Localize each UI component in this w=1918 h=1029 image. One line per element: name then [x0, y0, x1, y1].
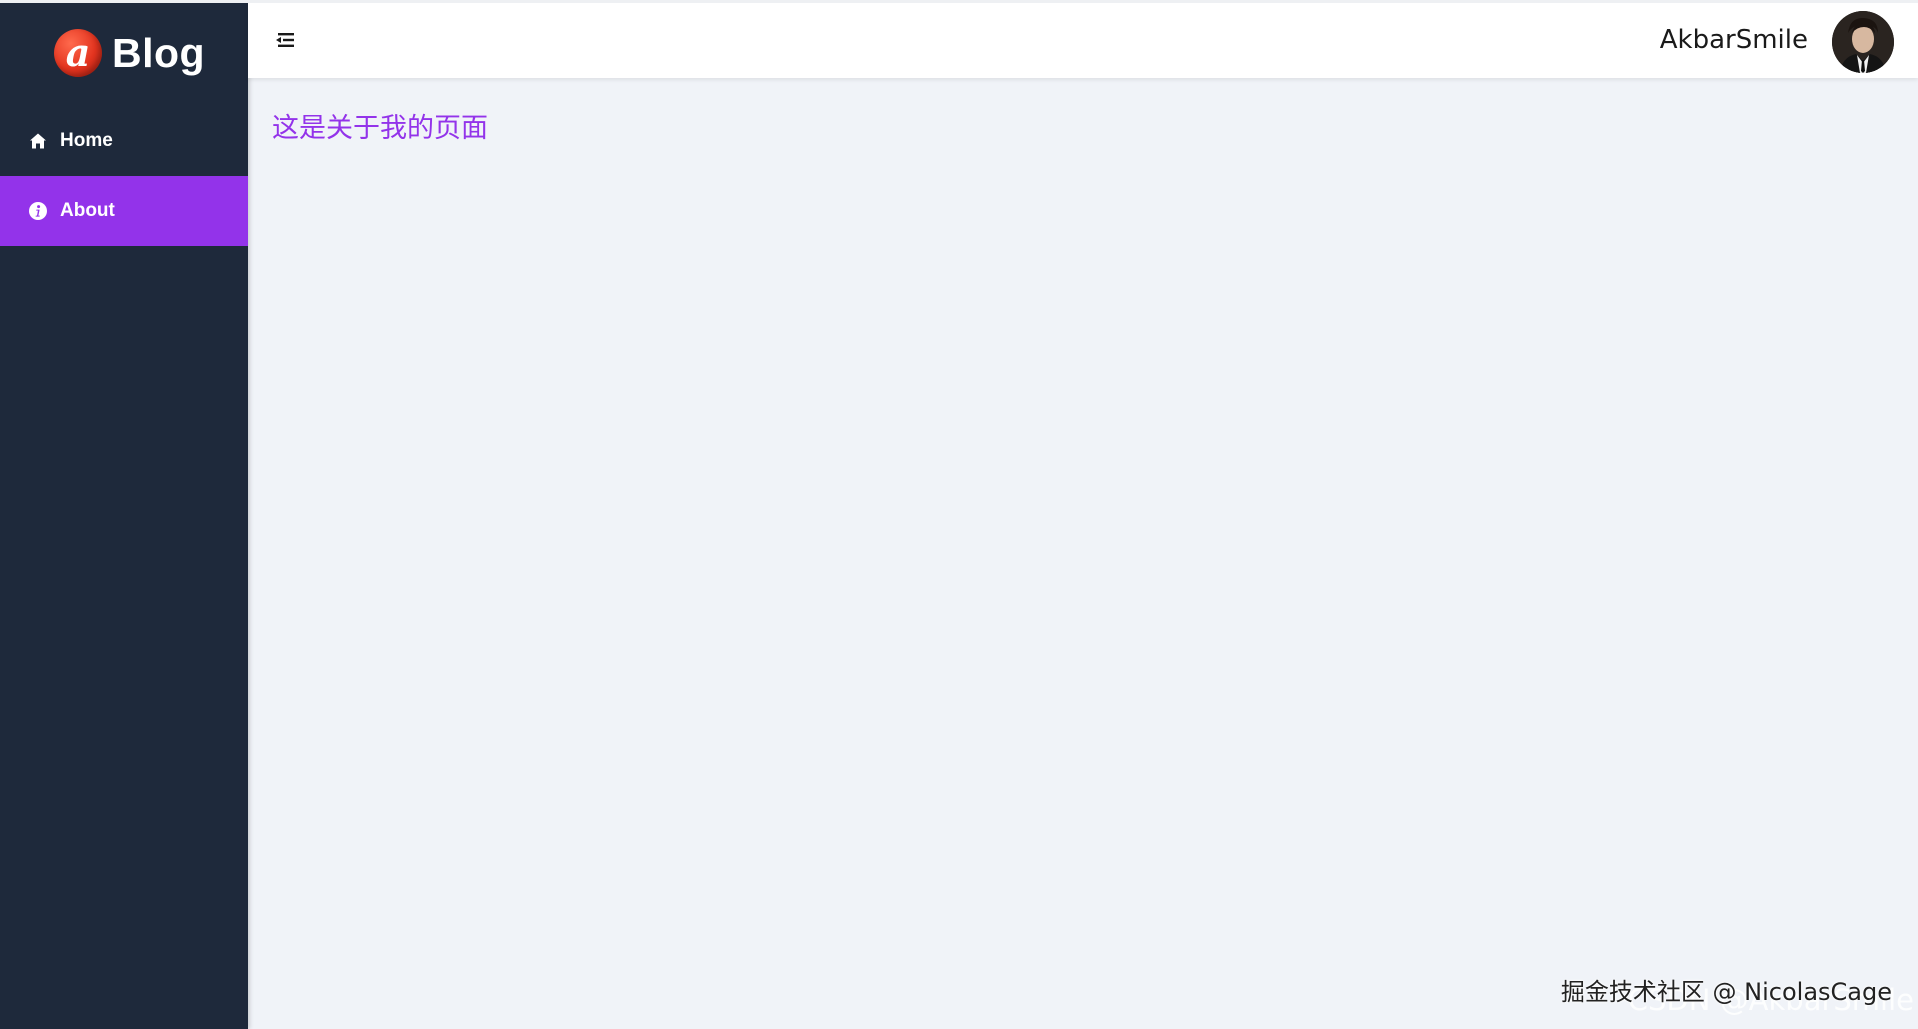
user-avatar-icon	[1832, 11, 1894, 73]
watermark-primary: 掘金技术社区 @ NicolasCage	[1560, 978, 1892, 1006]
sidebar-item-label: Home	[60, 130, 113, 151]
page-text: 这是关于我的页面	[272, 113, 488, 144]
home-icon	[28, 131, 48, 151]
top-border	[0, 0, 1918, 3]
brand-logo-glyph: a	[65, 30, 91, 75]
app-window: a Blog Home About AkbarSmile 这是关于我的页面 CS…	[0, 0, 1918, 1029]
sidebar-item-home[interactable]: Home	[0, 106, 248, 176]
main-content: 这是关于我的页面 CSDN @AkbarSmile 掘金技术社区 @ Nicol…	[248, 78, 1918, 1029]
sidebar: a Blog Home About	[0, 3, 248, 1029]
sidebar-item-label: About	[60, 200, 115, 221]
sidebar-item-about[interactable]: About	[0, 176, 248, 246]
avatar[interactable]	[1832, 11, 1894, 73]
sidebar-menu: Home About	[0, 106, 248, 246]
menu-fold-icon[interactable]	[274, 29, 296, 51]
username[interactable]: AkbarSmile	[1660, 23, 1808, 57]
info-icon	[28, 201, 48, 221]
brand[interactable]: a Blog	[54, 25, 205, 81]
brand-logo-icon: a	[54, 29, 102, 77]
brand-title: Blog	[112, 29, 206, 76]
top-header: AkbarSmile	[248, 3, 1918, 78]
